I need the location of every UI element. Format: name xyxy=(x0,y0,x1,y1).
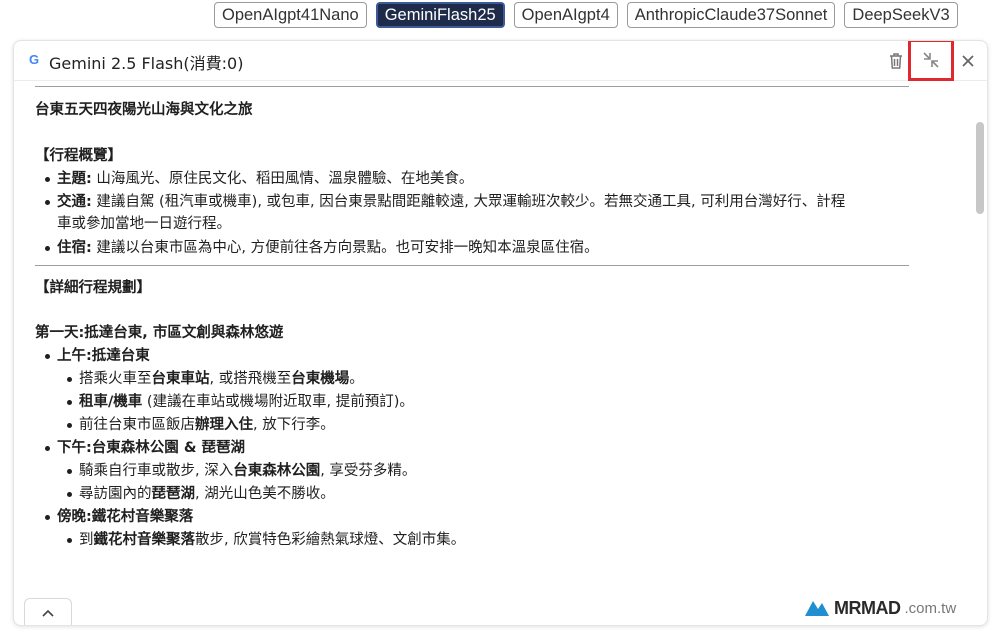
model-tab-deepseek-v3[interactable]: DeepSeekV3 xyxy=(844,2,958,28)
afternoon-label: 下午:台東森林公園 & 琵琶湖 xyxy=(44,440,246,456)
close-button[interactable] xyxy=(954,47,982,75)
model-tab-bar: OpenAIgpt41Nano GeminiFlash25 OpenAIgpt4… xyxy=(214,2,958,29)
response-content: 台東五天四夜陽光山海與文化之旅 【行程概覽】 主題: 山海風光、原住民文化、稻田… xyxy=(14,82,974,590)
list-item: 到鐵花村音樂聚落散步, 欣賞特色彩繪熱氣球燈、文創市集。 xyxy=(66,532,466,548)
model-tab-anthropic-claude37[interactable]: AnthropicClaude37Sonnet xyxy=(626,2,836,28)
evening-label: 傍晚:鐵花村音樂聚落 xyxy=(44,509,194,525)
collapse-button[interactable] xyxy=(908,41,954,81)
divider xyxy=(35,86,909,87)
list-item: 尋訪園內的琵琶湖, 湖光山色美不勝收。 xyxy=(67,486,335,502)
list-item-continuation: 車或參加當地一日遊行程。 xyxy=(57,216,231,232)
close-icon xyxy=(962,55,974,67)
day1-title: 第一天:抵達台東, 市區文創與森林悠遊 xyxy=(35,325,284,341)
list-item: 住宿: 建議以台東市區為中心, 方便前往各方向景點。也可安排一晚知本溫泉區住宿。 xyxy=(45,240,599,256)
google-g-icon: G xyxy=(28,52,40,67)
watermark-text: MRMAD xyxy=(834,597,901,618)
scrollbar[interactable] xyxy=(972,82,986,590)
list-item: 搭乘火車至台東車站, 或搭飛機至台東機場。 xyxy=(67,371,364,387)
divider xyxy=(35,265,909,266)
model-tab-gemini-flash25[interactable]: GeminiFlash25 xyxy=(375,2,505,28)
watermark: MRMAD .com.tw xyxy=(804,595,974,621)
panel-header: G Gemini 2.5 Flash(消費:0) xyxy=(14,41,987,81)
delete-button[interactable] xyxy=(882,47,910,75)
list-item: 騎乘自行車或散步, 深入台東森林公園, 享受芬多精。 xyxy=(66,463,417,479)
watermark-logo-icon xyxy=(805,601,829,616)
list-item: 交通: 建議自駕 (租汽車或機車), 或包車, 因台東景點間距離較遠, 大眾運輸… xyxy=(44,194,846,210)
trash-icon xyxy=(890,53,902,69)
model-tab-openai-gpt4[interactable]: OpenAIgpt4 xyxy=(513,2,618,28)
panel-title: Gemini 2.5 Flash(消費:0) xyxy=(49,54,244,73)
itinerary-title: 台東五天四夜陽光山海與文化之旅 xyxy=(35,102,253,118)
detail-heading: 【詳細行程規劃】 xyxy=(35,280,151,296)
list-item: 租車/機車 (建議在車站或機場附近取車, 提前預訂)。 xyxy=(67,394,414,410)
response-panel: G Gemini 2.5 Flash(消費:0) 台東五天四夜陽光山海與文化之旅… xyxy=(13,40,988,626)
chevron-up-icon xyxy=(42,609,54,617)
overview-heading: 【行程概覽】 xyxy=(35,148,122,164)
model-tab-openai-gpt41-nano[interactable]: OpenAIgpt41Nano xyxy=(214,2,367,28)
list-item: 主題: 山海風光、原住民文化、稻田風情、溫泉體驗、在地美食。 xyxy=(44,171,474,187)
scroll-up-button[interactable] xyxy=(24,598,72,625)
list-item: 前往台東市區飯店辦理入住, 放下行李。 xyxy=(67,417,335,433)
morning-label: 上午:抵達台東 xyxy=(45,348,150,364)
scrollbar-thumb[interactable] xyxy=(976,122,984,214)
watermark-sub: .com.tw xyxy=(904,599,957,617)
collapse-icon xyxy=(923,52,939,68)
